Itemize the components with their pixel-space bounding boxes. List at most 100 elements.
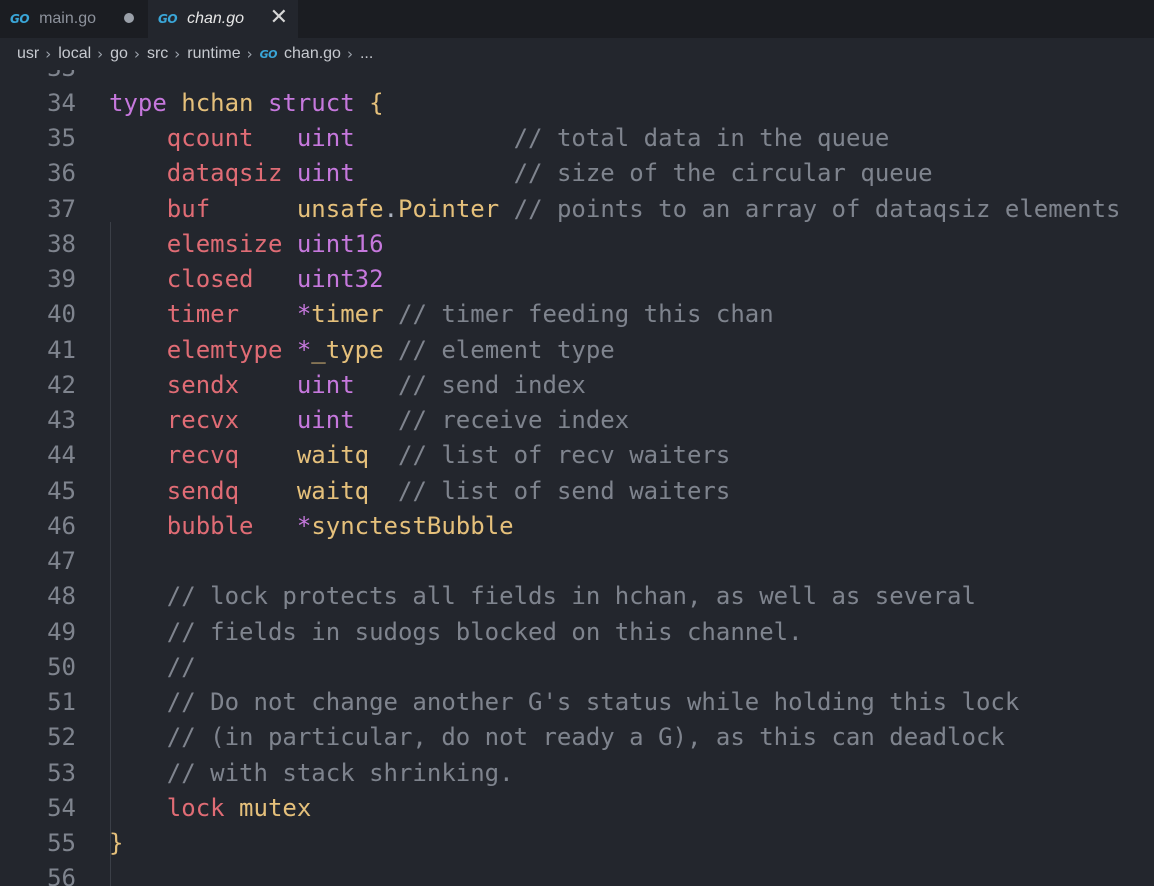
code-token: uint	[296, 159, 355, 188]
line-number: 42	[47, 370, 76, 399]
breadcrumb-item-src[interactable]: src	[147, 45, 168, 63]
close-icon[interactable]: ✕	[270, 6, 288, 30]
code-text: // lock protects all fields in hchan, as…	[76, 582, 976, 610]
code-line[interactable]: 53 // with stack shrinking.	[0, 755, 1154, 790]
code-token: dataqsiz	[166, 159, 283, 188]
code-line[interactable]: 46 bubble *synctestBubble	[0, 508, 1154, 543]
code-line[interactable]: 41 elemtype *_type // element type	[0, 332, 1154, 367]
breadcrumb-symbols[interactable]: ...	[360, 45, 373, 63]
code-token: // send index	[398, 370, 586, 399]
code-line[interactable]: 55}	[0, 826, 1154, 861]
code-token: uint	[296, 370, 355, 399]
code-line[interactable]: 52 // (in particular, do not ready a G),…	[0, 720, 1154, 755]
code-token: uint	[296, 124, 355, 153]
tab-label: chan.go	[187, 10, 244, 27]
code-line[interactable]: 34 type hchan struct {	[0, 85, 1154, 120]
code-line[interactable]: 51 // Do not change another G's status w…	[0, 685, 1154, 720]
code-line[interactable]: 44 recvq waitq // list of recv waiters	[0, 438, 1154, 473]
breadcrumb-item-go[interactable]: go	[110, 45, 128, 63]
code-line[interactable]: 36 dataqsiz uint // size of the circular…	[0, 156, 1154, 191]
code-token: synctestBubble	[311, 511, 514, 540]
code-token: uint	[296, 406, 355, 435]
code-line[interactable]: 43 recvx uint // receive index	[0, 403, 1154, 438]
code-text: sendq waitq // list of send waiters	[76, 476, 731, 505]
code-line[interactable]: 38 elemsize uint16	[0, 226, 1154, 261]
go-icon: GO	[10, 12, 30, 26]
line-number: 48	[47, 582, 76, 611]
breadcrumb-item-file[interactable]: GO chan.go	[260, 45, 341, 63]
code-token: *	[296, 300, 312, 329]
code-line[interactable]: 48 // lock protects all fields in hchan,…	[0, 579, 1154, 614]
code-token: struct	[267, 88, 355, 117]
go-icon: GO	[259, 47, 278, 61]
code-line[interactable]: 50 //	[0, 649, 1154, 684]
code-token: // total data in the queue	[513, 124, 890, 153]
indent-guide	[110, 222, 111, 886]
line-number: 50	[47, 652, 76, 681]
code-line[interactable]: 39 closed uint32	[0, 262, 1154, 297]
code-line[interactable]: 49 // fields in sudogs blocked on this c…	[0, 614, 1154, 649]
line-number: 34	[47, 88, 76, 117]
code-token: lock	[166, 793, 225, 822]
code-token: // points to an array of dataqsiz elemen…	[513, 194, 1121, 223]
code-token: // list of recv waiters	[398, 441, 731, 470]
line-number: 36	[47, 159, 76, 188]
line-number: 51	[47, 688, 76, 717]
breadcrumb-item-local[interactable]: local	[58, 45, 91, 63]
breadcrumb-item-usr[interactable]: usr	[17, 45, 39, 63]
line-number: 53	[47, 758, 76, 787]
code-text: //	[76, 653, 196, 681]
tab-label: main.go	[39, 10, 96, 27]
code-token: waitq	[296, 476, 370, 505]
code-text: buf unsafe.Pointer // points to an array…	[76, 195, 1121, 223]
code-line[interactable]: 35 qcount uint // total data in the queu…	[0, 121, 1154, 156]
code-token: closed	[166, 265, 254, 294]
code-line[interactable]: 47	[0, 544, 1154, 579]
code-line[interactable]: 56	[0, 861, 1154, 886]
code-token: {	[369, 88, 384, 117]
code-line[interactable]: 45 sendq waitq // list of send waiters	[0, 473, 1154, 508]
breadcrumb-item-runtime[interactable]: runtime	[187, 45, 240, 63]
code-token: // fields in sudogs blocked on this chan…	[166, 617, 803, 646]
unsaved-dot-icon[interactable]	[124, 13, 134, 23]
code-token: sendx	[166, 370, 240, 399]
code-line[interactable]: 37 buf unsafe.Pointer // points to an ar…	[0, 191, 1154, 226]
chevron-right-icon: ›	[246, 45, 253, 63]
code-line[interactable]: 40 timer *timer // timer feeding this ch…	[0, 297, 1154, 332]
code-line[interactable]: 33	[0, 70, 1154, 85]
code-line[interactable]: 42 sendx uint // send index	[0, 367, 1154, 402]
tab-bar: GO main.go GO chan.go ✕	[0, 0, 1154, 38]
line-number: 33	[0, 70, 76, 82]
code-token: _type	[311, 335, 384, 364]
tab-main-go[interactable]: GO main.go	[0, 0, 148, 38]
code-text: // with stack shrinking.	[76, 759, 514, 787]
line-number: 55	[47, 829, 76, 858]
chevron-right-icon: ›	[133, 45, 140, 63]
code-token: }	[109, 829, 124, 858]
tab-chan-go[interactable]: GO chan.go ✕	[148, 0, 298, 38]
code-text: // fields in sudogs blocked on this chan…	[76, 618, 803, 646]
code-token: //	[166, 652, 196, 681]
line-number: 39	[47, 265, 76, 294]
line-number: 46	[47, 511, 76, 540]
code-editor[interactable]: 33 34type hchan struct {35 qcount uint //…	[0, 70, 1154, 886]
code-token: timer	[311, 300, 384, 329]
line-number: 43	[47, 406, 76, 435]
code-token: // timer feeding this chan	[398, 300, 774, 329]
code-line[interactable]: 54 lock mutex	[0, 790, 1154, 825]
code-token: // size of the circular queue	[513, 159, 933, 188]
